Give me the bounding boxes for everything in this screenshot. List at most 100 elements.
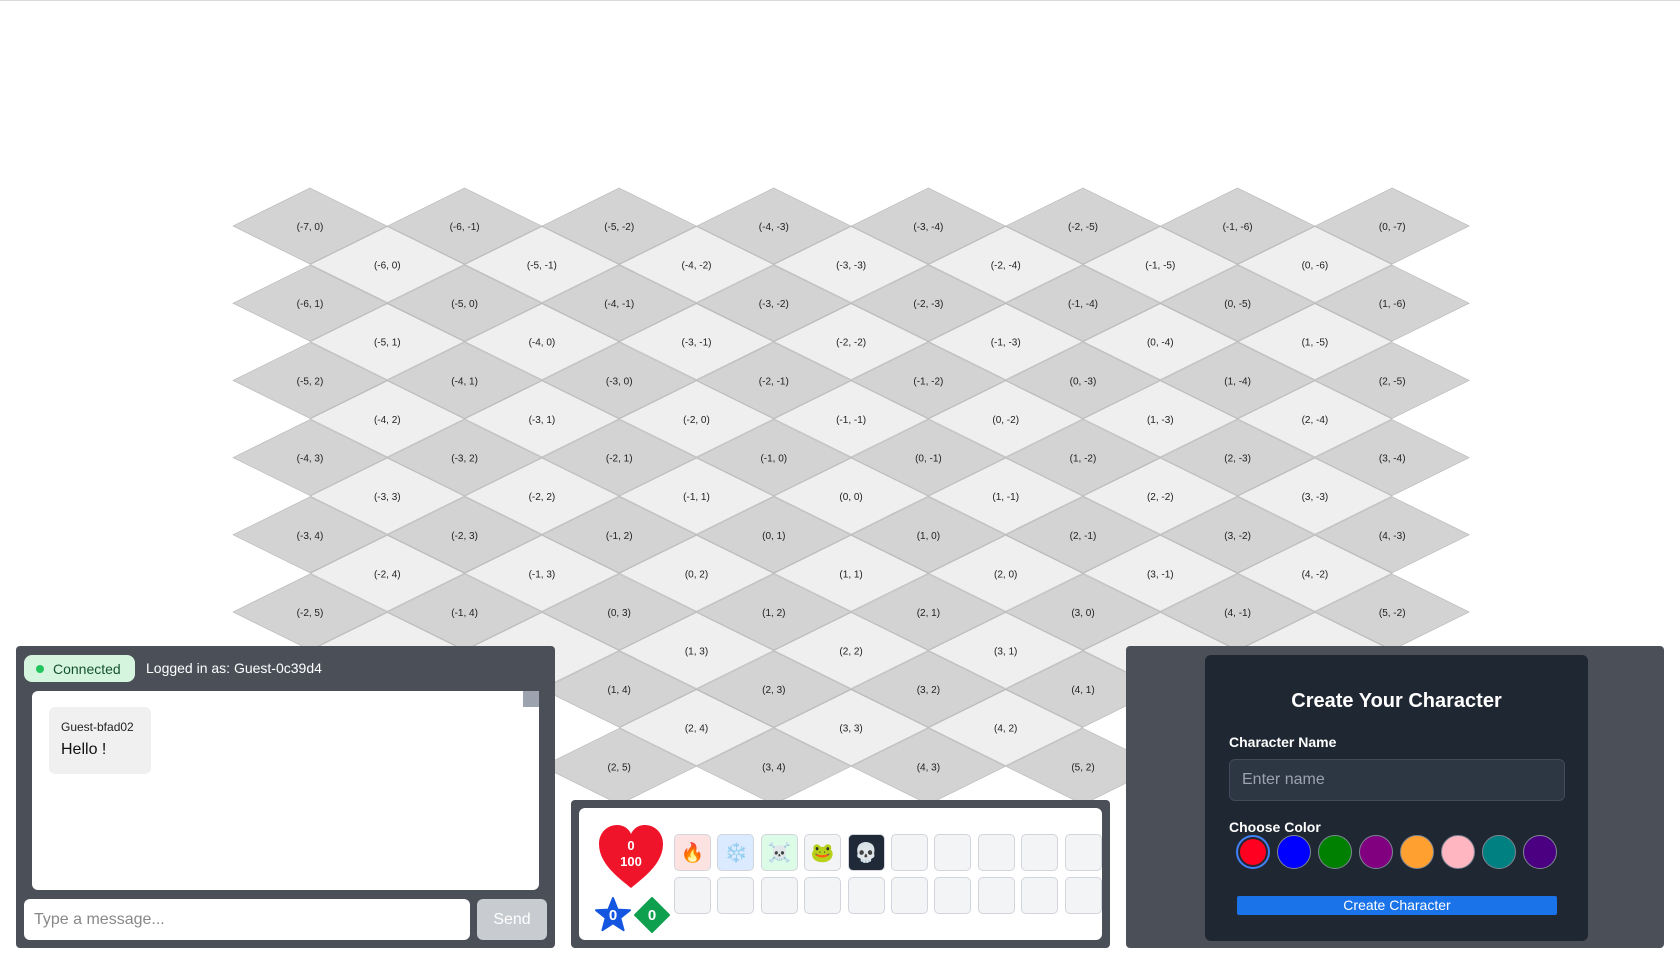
board-tile-label: (-2, 3) [451,531,478,542]
color-swatch[interactable] [1441,835,1475,869]
board-tile-label: (2, 2) [839,647,862,658]
inventory-slot-empty[interactable] [1021,834,1059,871]
board-tile-label: (-2, -2) [836,338,866,349]
chat-message: Guest-bfad02 Hello ! [49,707,151,774]
board-tile-label: (-3, -2) [759,299,789,310]
board-tile-label: (-2, 4) [374,569,401,580]
inventory-slot-empty[interactable] [891,877,928,914]
board-tile-label: (1, -6) [1379,299,1406,310]
board-tile-label: (-3, 4) [297,531,324,542]
board-tile-label: (-4, -1) [604,299,634,310]
chat-messages-area[interactable]: Guest-bfad02 Hello ! [32,691,539,890]
color-swatch[interactable] [1400,835,1434,869]
scroll-handle-icon[interactable] [523,691,539,707]
board-tile-label: (1, 4) [608,685,631,696]
board-tile-label: (-3, 2) [451,454,478,465]
send-button[interactable]: Send [477,899,547,940]
inventory-slot-empty[interactable] [760,877,798,914]
board-tile-label: (2, -1) [1070,531,1097,542]
character-name-label: Character Name [1229,734,1337,750]
color-swatch[interactable] [1523,835,1557,869]
board-tile-label: (3, 0) [1071,608,1094,619]
connection-status-badge: Connected [24,655,135,682]
board-tile-label: (0, 1) [762,531,785,542]
board-tile-label: (-3, 3) [374,492,401,503]
inventory-slot[interactable]: 🔥 [674,834,711,871]
board-tile-label: (4, 1) [1071,685,1094,696]
board-tile-label: (-2, 1) [606,454,633,465]
inventory-slot-empty[interactable] [934,877,972,914]
board-tile-label: (-1, 1) [683,492,710,503]
inventory-panel: 0 100 0 0 🔥 ❄️ ☠️ 🐸 💀 [571,800,1110,948]
board-tile-label: (4, -2) [1302,569,1329,580]
board-tile-label: (-3, -3) [836,261,866,272]
board-tile-label: (-4, 1) [451,376,478,387]
inventory-slot-empty[interactable] [977,834,1015,871]
inventory-slot[interactable]: ☠️ [760,834,798,871]
board-tile-label: (-5, 2) [297,376,324,387]
inventory-slot-empty[interactable] [674,877,711,914]
inventory-slot[interactable]: 🐸 [804,834,842,871]
character-name-input[interactable] [1229,759,1565,801]
board-tile-label: (3, -3) [1302,492,1329,503]
star-value: 0 [608,907,618,924]
color-swatch[interactable] [1482,835,1516,869]
board-tile-label: (2, 3) [762,685,785,696]
board-tile-label: (3, -2) [1224,531,1251,542]
board-tile-label: (4, 3) [917,762,940,773]
inventory-slot-empty[interactable] [934,834,972,871]
board-tile-label: (-4, 2) [374,415,401,426]
message-author: Guest-bfad02 [61,720,134,734]
health-readout: 0 100 [597,838,665,870]
create-character-button[interactable]: Create Character [1237,896,1557,915]
board-tile-label: (0, 2) [685,569,708,580]
board-tile-label: (4, 2) [994,724,1017,735]
board-tile-label: (2, -3) [1224,454,1251,465]
color-swatch[interactable] [1236,835,1270,869]
board-tile-label: (-1, -5) [1145,261,1175,272]
color-swatch[interactable] [1277,835,1311,869]
board-tile-label: (1, 0) [917,531,940,542]
connection-status-label: Connected [53,660,121,677]
board-tile-label: (-5, -1) [527,261,557,272]
board-tile-label: (3, -4) [1379,454,1406,465]
board-tile-label: (-6, 0) [374,261,401,272]
board-tile-label: (1, -4) [1224,376,1251,387]
board-tile-label: (2, 5) [608,762,631,773]
board-tile-label: (-1, -4) [1068,299,1098,310]
character-title: Create Your Character [1291,690,1502,712]
inventory-slot-empty[interactable] [804,877,842,914]
inventory-slot-empty[interactable] [1064,877,1102,914]
board-tile-label: (-5, -2) [604,222,634,233]
inventory-slot-empty[interactable] [1021,877,1059,914]
inventory-slot-empty[interactable] [717,877,755,914]
inventory-slot-empty[interactable] [891,834,928,871]
inventory-slot-empty[interactable] [977,877,1015,914]
board-tile-label: (-1, -2) [913,376,943,387]
board-tile-label: (1, 3) [685,647,708,658]
board-tile-label: (2, -5) [1379,376,1406,387]
color-swatch[interactable] [1318,835,1352,869]
health-current: 0 [627,838,635,853]
inventory-slot-empty[interactable] [847,877,885,914]
board-tile-label: (0, -7) [1379,222,1406,233]
board-tile-label: (1, -3) [1147,415,1174,426]
inventory-slot-empty[interactable] [1064,834,1102,871]
board-tile-label: (5, 2) [1071,762,1094,773]
board-tile-label: (1, -1) [992,492,1019,503]
inventory-slot[interactable]: 💀 [847,834,885,871]
board-tile-label: (2, 4) [685,724,708,735]
board-tile-label: (-2, -3) [913,299,943,310]
board-tile-label: (-3, 0) [606,376,633,387]
inventory-card: 0 100 0 0 🔥 ❄️ ☠️ 🐸 💀 [579,808,1102,940]
board-tile-label: (-2, -4) [991,261,1021,272]
board-tile-label: (3, 4) [762,762,785,773]
board-tile-label: (4, -1) [1224,608,1251,619]
board-tile-label: (4, -3) [1379,531,1406,542]
board-tile-label: (-2, -1) [759,376,789,387]
color-swatch[interactable] [1359,835,1393,869]
board-tile-label: (2, -4) [1302,415,1329,426]
inventory-slot[interactable]: ❄️ [717,834,755,871]
board-tile-label: (3, 3) [839,724,862,735]
message-input[interactable] [24,899,470,940]
